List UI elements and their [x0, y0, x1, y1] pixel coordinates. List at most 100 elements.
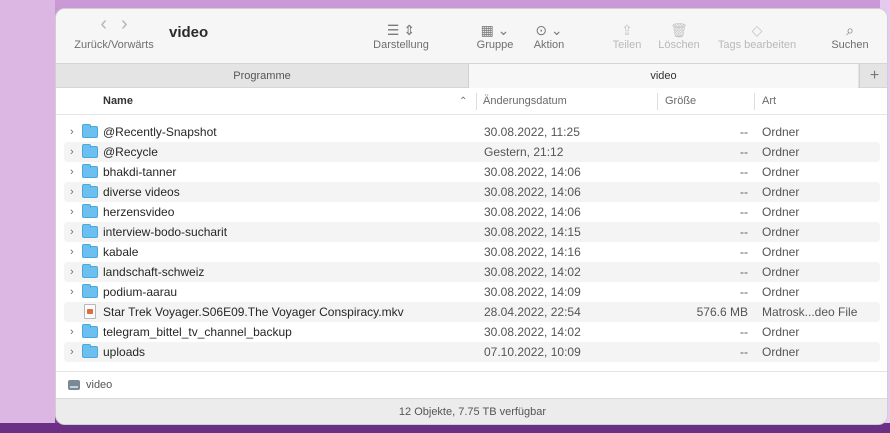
column-divider[interactable] — [754, 93, 755, 110]
file-kind: Ordner — [762, 205, 800, 219]
search-icon: ⌕ — [846, 22, 854, 38]
folder-icon — [82, 144, 98, 158]
toolbar-gruppe[interactable]: ▦ ⌄ Gruppe — [470, 21, 520, 51]
forward-button[interactable]: › — [121, 14, 128, 34]
column-size[interactable]: Größe — [665, 88, 696, 115]
file-kind: Ordner — [762, 245, 800, 259]
file-date: 30.08.2022, 14:02 — [484, 265, 581, 279]
file-size: -- — [740, 345, 748, 359]
folder-icon — [82, 344, 98, 358]
disclosure-chevron-icon[interactable]: › — [70, 242, 80, 262]
file-name: diverse videos — [103, 185, 180, 199]
file-size: -- — [740, 245, 748, 259]
file-date: 30.08.2022, 14:15 — [484, 225, 581, 239]
disclosure-chevron-icon[interactable]: › — [70, 322, 80, 342]
file-kind: Ordner — [762, 265, 800, 279]
file-row[interactable]: › diverse videos 30.08.2022, 14:06 -- Ordner — [64, 182, 880, 202]
gruppe-label: Gruppe — [476, 39, 514, 51]
file-date: 30.08.2022, 11:25 — [484, 125, 580, 139]
file-date: 30.08.2022, 14:06 — [484, 205, 581, 219]
teilen-label: Teilen — [612, 39, 642, 51]
folder-icon — [82, 324, 98, 338]
file-name: podium-aarau — [103, 285, 178, 299]
path-item-video[interactable]: video — [86, 372, 112, 399]
file-size: 576.6 MB — [696, 305, 748, 319]
tag-icon: ◇ — [751, 22, 763, 38]
file-name: interview-bodo-sucharit — [103, 225, 228, 239]
disclosure-chevron-icon[interactable]: › — [70, 122, 80, 142]
back-forward-group: ‹ › Zurück/Vorwärts — [70, 14, 158, 51]
column-divider[interactable] — [476, 93, 477, 110]
file-date: 28.04.2022, 22:54 — [484, 305, 581, 319]
folder-icon — [82, 264, 98, 278]
file-size: -- — [740, 125, 748, 139]
disclosure-chevron-icon[interactable]: › — [70, 202, 80, 222]
file-row[interactable]: › kabale 30.08.2022, 14:16 -- Ordner — [64, 242, 880, 262]
tab-video[interactable]: video — [468, 64, 858, 88]
toolbar-teilen[interactable]: ⇪ Teilen — [604, 21, 650, 51]
file-kind: Ordner — [762, 345, 800, 359]
file-row[interactable]: › telegram_bittel_tv_channel_backup 30.08.… — [64, 322, 880, 342]
file-row[interactable]: › herzensvideo 30.08.2022, 14:06 -- Ordner — [64, 202, 880, 222]
file-size: -- — [740, 165, 748, 179]
aktion-label: Aktion — [533, 39, 565, 51]
file-list: › @Recently-Snapshot 30.08.2022, 11:25 -- Or… — [56, 122, 887, 362]
desktop-background-left — [0, 0, 55, 433]
file-size: -- — [740, 285, 748, 299]
tab-programme[interactable]: Programme — [56, 64, 468, 88]
disclosure-chevron-icon[interactable]: › — [70, 342, 80, 362]
file-row[interactable]: › podium-aarau 30.08.2022, 14:09 -- Ordner — [64, 282, 880, 302]
video-file-icon — [84, 304, 96, 319]
file-size: -- — [740, 325, 748, 339]
disclosure-chevron-icon[interactable]: › — [70, 182, 80, 202]
toolbar-loeschen[interactable]: 🗑 Löschen — [654, 21, 704, 51]
file-kind: Ordner — [762, 285, 800, 299]
file-kind: Matrosk...deo File — [762, 305, 858, 319]
file-name: bhakdi-tanner — [103, 165, 177, 179]
file-row[interactable]: › landschaft-schweiz 30.08.2022, 14:02 -- Or… — [64, 262, 880, 282]
toolbar-darstellung[interactable]: ☰ ⇕ Darstellung — [366, 21, 436, 51]
file-kind: Ordner — [762, 125, 800, 139]
file-row[interactable]: Star Trek Voyager.S06E09.The Voyager Con… — [64, 302, 880, 322]
file-row[interactable]: › bhakdi-tanner 30.08.2022, 14:06 -- Ordner — [64, 162, 880, 182]
file-row[interactable]: › @Recently-Snapshot 30.08.2022, 11:25 -- Or… — [64, 122, 880, 142]
file-kind: Ordner — [762, 165, 800, 179]
file-name: Star Trek Voyager.S06E09.The Voyager Con… — [103, 305, 404, 319]
toolbar-suchen[interactable]: ⌕ Suchen — [826, 21, 874, 51]
network-volume-icon — [68, 380, 80, 390]
file-kind: Ordner — [762, 325, 800, 339]
disclosure-chevron-icon[interactable]: › — [70, 282, 80, 302]
back-button[interactable]: ‹ — [100, 14, 107, 34]
disclosure-chevron-icon[interactable]: › — [70, 262, 80, 282]
disclosure-chevron-icon[interactable]: › — [70, 222, 80, 242]
file-size: -- — [740, 225, 748, 239]
column-kind[interactable]: Art — [762, 88, 776, 115]
file-name: telegram_bittel_tv_channel_backup — [103, 325, 292, 339]
folder-icon — [82, 164, 98, 178]
tags-label: Tags bearbeiten — [717, 39, 797, 51]
disclosure-chevron-icon[interactable]: › — [70, 142, 80, 162]
file-row[interactable]: › interview-bodo-sucharit 30.08.2022, 14:1… — [64, 222, 880, 242]
file-date: 30.08.2022, 14:16 — [484, 245, 581, 259]
column-divider[interactable] — [657, 93, 658, 110]
file-date: 30.08.2022, 14:06 — [484, 185, 581, 199]
add-tab-button[interactable]: + — [859, 64, 887, 88]
finder-window: ‹ › Zurück/Vorwärts video ☰ ⇕ Darstellung… — [55, 8, 888, 425]
file-row[interactable]: › @Recycle Gestern, 21:12 -- Ordner — [64, 142, 880, 162]
darstellung-label: Darstellung — [373, 39, 429, 51]
list-view-icon: ☰ ⇕ — [386, 22, 416, 38]
toolbar-aktion[interactable]: ⊙ ⌄ Aktion — [526, 21, 572, 51]
file-name: @Recycle — [103, 145, 158, 159]
column-date[interactable]: Änderungsdatum — [483, 88, 567, 115]
path-bar: video — [56, 371, 887, 399]
loeschen-label: Löschen — [658, 39, 700, 51]
sort-ascending-icon: ⌃ — [459, 96, 468, 107]
column-name[interactable]: Name — [103, 88, 133, 115]
folder-icon — [82, 204, 98, 218]
file-row[interactable]: › uploads 07.10.2022, 10:09 -- Ordner — [64, 342, 880, 362]
file-name: uploads — [103, 345, 146, 359]
toolbar-tags[interactable]: ◇ Tags bearbeiten — [712, 21, 802, 51]
trash-icon: 🗑 — [670, 22, 688, 38]
folder-icon — [82, 184, 98, 198]
disclosure-chevron-icon[interactable]: › — [70, 162, 80, 182]
